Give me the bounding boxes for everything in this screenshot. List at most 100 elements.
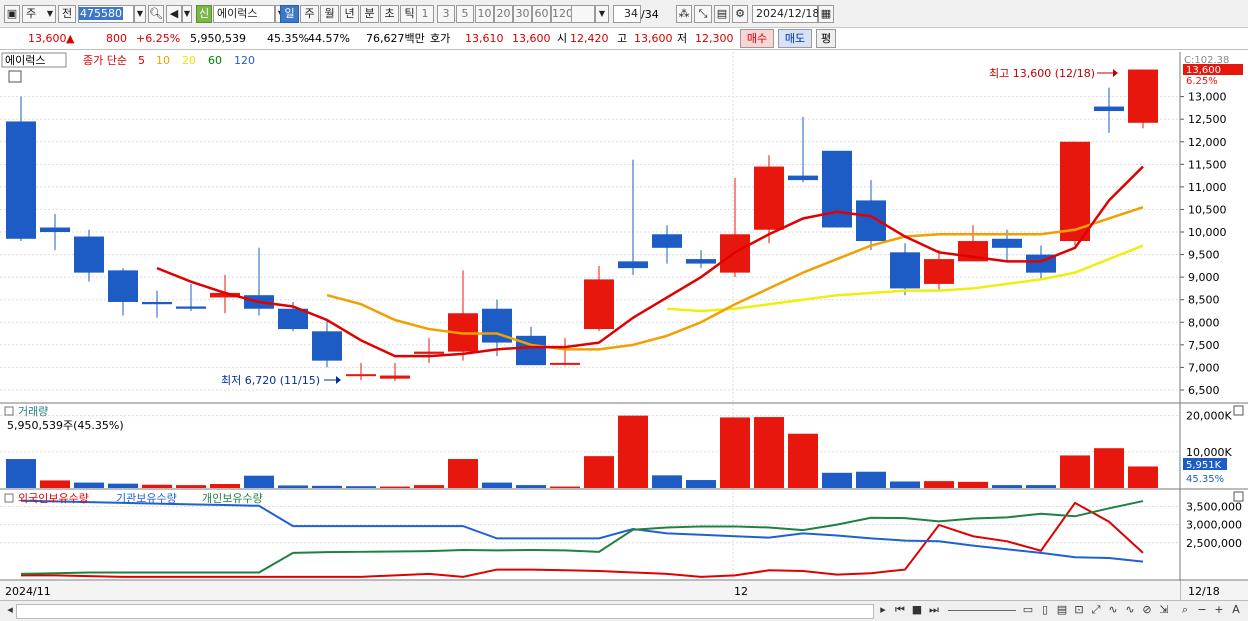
speaker-dropdown-icon[interactable]: ▼ [182, 5, 192, 23]
holdings-close-icon[interactable] [1233, 491, 1244, 502]
price-change-pct: +6.25% [136, 32, 181, 45]
stop-icon[interactable]: ■ [910, 603, 924, 617]
tool-icon-5[interactable]: ⤢ [1089, 603, 1103, 617]
candle-body [822, 150, 852, 228]
open-label: 시 [557, 32, 568, 45]
candle-body [1094, 106, 1124, 112]
gear-icon[interactable]: ⚙ [732, 5, 748, 23]
save-icon[interactable]: ▤ [714, 5, 730, 23]
candle-body [652, 234, 682, 248]
font-size-icon[interactable]: A [1229, 603, 1243, 617]
volume-close-icon[interactable] [1233, 405, 1244, 416]
tool-icon-3[interactable]: ▤ [1055, 603, 1069, 617]
candle-body [108, 270, 138, 302]
trade-amount: 76,627백만 [366, 32, 425, 45]
stock-name-field[interactable]: 에이럭스 [213, 5, 275, 23]
period-tab-0[interactable]: 일 [280, 5, 299, 23]
tool-icon-4[interactable]: ⊡ [1072, 603, 1086, 617]
tool-icon-6[interactable]: ∿ [1106, 603, 1120, 617]
sell-button[interactable]: 매도 [778, 29, 812, 48]
tool-icon-9[interactable]: ⇲ [1157, 603, 1171, 617]
buy-button[interactable]: 매수 [740, 29, 774, 48]
ma-legend-120: 120 [234, 54, 255, 67]
scroll-right-icon[interactable]: ▸ [876, 603, 890, 617]
candle-body [1128, 69, 1158, 123]
period-tab-2[interactable]: 월 [320, 5, 339, 23]
price-tick-label: 10,500 [1188, 203, 1227, 216]
low-label: 저 [677, 32, 688, 45]
link-icon[interactable]: ⁂ [676, 5, 692, 23]
interval-dropdown-icon[interactable]: ▼ [595, 5, 609, 23]
price-change: 800 [106, 32, 127, 45]
volume-bar [380, 486, 410, 488]
volume-bar [176, 485, 206, 488]
interval-btn-120[interactable]: 120 [551, 5, 573, 23]
volume-tick-label: 20,000K [1186, 410, 1232, 423]
tool-icon-1[interactable]: ▭ [1021, 603, 1035, 617]
period-tab-1[interactable]: 주 [300, 5, 319, 23]
x-label-end: 12/18 [1188, 585, 1220, 598]
turnover-rate: 44.57% [308, 32, 350, 45]
price-tick-label: 7,000 [1188, 361, 1220, 374]
holding-legend-1: 기관보유수량 [116, 492, 177, 505]
calculator-icon[interactable] [8, 70, 22, 83]
window-menu-icon[interactable]: ▣ [4, 5, 20, 23]
interval-btn-10[interactable]: 10 [475, 5, 494, 23]
chart-tool-icon[interactable]: ⤡ [694, 5, 712, 23]
sig-badge[interactable]: 신 [196, 5, 212, 23]
search-icon[interactable]: 🔍︎ [148, 5, 164, 23]
volume-bar [142, 484, 172, 488]
tool-icon-7[interactable]: ∿ [1123, 603, 1137, 617]
stock-chart[interactable]: 6,500 7,000 7,500 8,000 8,500 9,000 9,500 10,00… [0, 52, 1248, 600]
holdings-toggle-icon[interactable] [4, 493, 14, 503]
interval-btn-20[interactable]: 20 [494, 5, 513, 23]
period-tab-4[interactable]: 분 [360, 5, 379, 23]
holding-legend-2: 개인보유수량 [202, 492, 263, 505]
zoom-out-icon[interactable]: − [1195, 603, 1209, 617]
interval-btn-30[interactable]: 30 [513, 5, 532, 23]
quote-strip: 13,600 ▲ 800 +6.25% 5,950,539 45.35% 44.… [0, 28, 1248, 50]
volume-bar [6, 459, 36, 488]
volume-bar [992, 485, 1022, 488]
candle-body [74, 236, 104, 273]
stock-code-input[interactable]: 475580 [78, 5, 134, 23]
speed-slider[interactable] [948, 610, 1016, 611]
period-tab-5[interactable]: 초 [380, 5, 399, 23]
eval-button[interactable]: 평 [816, 29, 836, 48]
interval-btn-5[interactable]: 5 [456, 5, 474, 23]
candle-body [924, 259, 954, 284]
count-input[interactable]: 34 [613, 5, 641, 23]
panel-toggle-icon[interactable] [4, 406, 14, 416]
bid-label: 호가 [430, 32, 451, 45]
stock-tag: 에이럭스 [5, 54, 45, 67]
tool-icon-8[interactable]: ⊘ [1140, 603, 1154, 617]
zoom-in-icon[interactable]: + [1212, 603, 1226, 617]
interval-btn-60[interactable]: 60 [532, 5, 551, 23]
current-price-tag-text: 13,600 [1186, 65, 1221, 76]
scrollbar-track[interactable] [16, 604, 874, 619]
volume-ratio: 45.35% [267, 32, 309, 45]
tool-icon-2[interactable]: ▯ [1038, 603, 1052, 617]
interval-btn-1[interactable]: 1 [416, 5, 434, 23]
candle-body [754, 166, 784, 230]
candle-body [312, 331, 342, 361]
interval-custom-input[interactable] [571, 5, 595, 23]
market-select[interactable]: 주 ▼ [22, 5, 56, 23]
volume-bar [754, 417, 784, 488]
volume-bar [244, 475, 274, 488]
date-input[interactable]: 2024/12/18 [752, 5, 819, 23]
scroll-left-icon[interactable]: ◂ [3, 603, 17, 617]
volume-bar [652, 475, 682, 488]
fast-forward-icon[interactable]: ⏭ [927, 603, 941, 617]
zoom-icon[interactable]: ⌕ [1178, 603, 1192, 617]
prev-button[interactable]: 전 [58, 5, 76, 23]
period-tab-3[interactable]: 년 [340, 5, 359, 23]
volume-tick-label: 10,000K [1186, 446, 1232, 459]
rewind-icon[interactable]: ⏮ [893, 603, 907, 617]
interval-btn-3[interactable]: 3 [437, 5, 455, 23]
candle-body [890, 252, 920, 289]
code-dropdown-icon[interactable]: ▼ [134, 5, 146, 23]
calendar-icon[interactable]: ▦ [818, 5, 834, 23]
price-tick-label: 6,500 [1188, 384, 1220, 397]
speaker-icon[interactable]: ◀ [166, 5, 182, 23]
